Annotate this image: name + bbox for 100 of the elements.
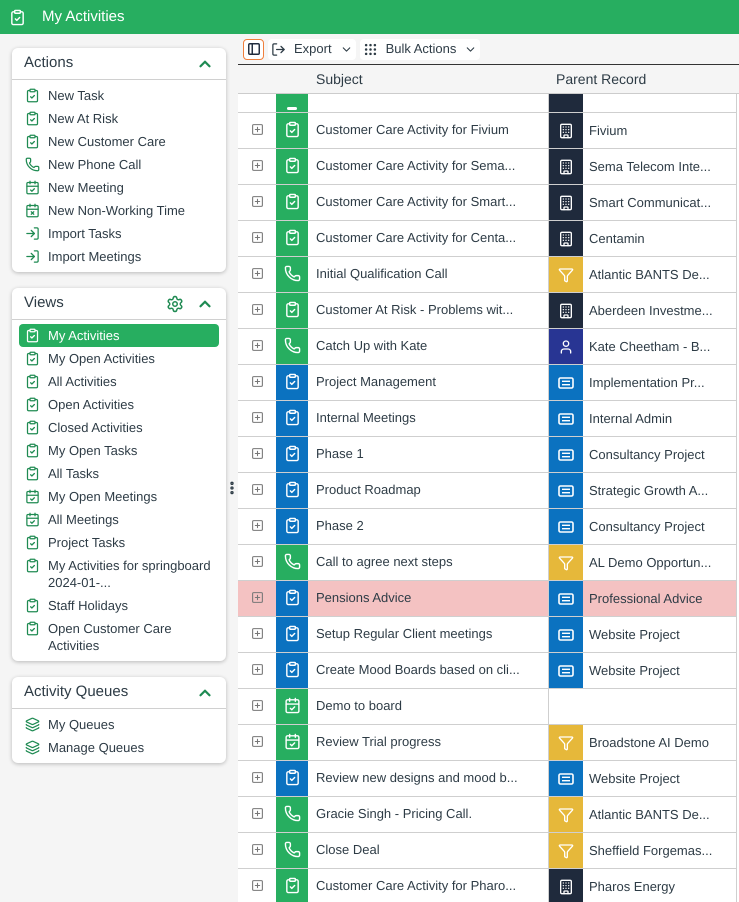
sidebar-item[interactable]: New At Risk — [19, 107, 219, 130]
table-row[interactable]: Product Roadmap Strategic Growth A... — [238, 473, 737, 509]
expand-row-icon[interactable] — [250, 843, 264, 856]
sidebar-item[interactable]: Open Customer Care Activities — [19, 617, 219, 657]
table-cell: Customer At Risk - Problems wit... — [316, 302, 514, 317]
sidebar-item[interactable]: My Queues — [19, 713, 219, 736]
expand-row-icon[interactable] — [250, 339, 264, 352]
sidebar-item[interactable]: My Open Activities — [19, 347, 219, 370]
table-row[interactable]: Customer Care Activity for Centa... Centamin — [238, 221, 737, 257]
table-row[interactable]: Demo to board — [238, 689, 737, 725]
sidebar-item[interactable]: New Task — [19, 84, 219, 107]
table-row[interactable]: Gracie Singh - Pricing Call. Atlantic BANTS De... — [238, 797, 737, 833]
table-row[interactable]: Pensions Advice Professional Advice — [238, 581, 737, 617]
table-row[interactable]: Internal Meetings Internal Admin — [238, 401, 737, 437]
clipboard-check-icon — [284, 589, 300, 606]
sidebar-item[interactable]: Staff Holidays — [19, 594, 219, 617]
table-cell: Catch Up with Kate — [316, 338, 428, 353]
table-row[interactable]: Customer At Risk - Problems wit... Aberdeen Investme... — [238, 293, 737, 329]
table-row[interactable]: Customer Care Activity for Fivium Fivium — [238, 113, 737, 149]
sidebar-toggle-button[interactable] — [243, 38, 264, 60]
table-row[interactable]: Customer Care Activity for Sema... Sema Telecom Inte... — [238, 149, 737, 185]
sidebar-item[interactable]: Manage Queues — [19, 736, 219, 759]
funnel-icon — [558, 734, 574, 750]
table-row[interactable]: Review new designs and mood b... Website Project — [238, 761, 737, 797]
expand-row-icon[interactable] — [250, 195, 264, 208]
table-row[interactable]: Call to agree next steps AL Demo Opportun... — [238, 545, 737, 581]
expand-row-icon[interactable] — [250, 555, 264, 568]
table-row[interactable] — [238, 94, 737, 113]
table-cell-text: Website Project — [589, 662, 680, 680]
table-row[interactable]: Phase 2 Consultancy Project — [238, 509, 737, 545]
table-cell-text: Centamin — [589, 230, 645, 248]
sidebar-item[interactable]: All Activities — [19, 370, 219, 393]
table-row[interactable]: Catch Up with Kate Kate Cheetham - B... — [238, 329, 737, 365]
expand-row-icon[interactable] — [250, 735, 264, 748]
sidebar-item[interactable]: All Tasks — [19, 462, 219, 485]
expand-row-icon[interactable] — [250, 303, 264, 316]
table-cell: Review new designs and mood b... — [316, 770, 518, 785]
expand-row-icon[interactable] — [250, 267, 264, 280]
table-cell-text: Kate Cheetham - B... — [589, 338, 710, 356]
list-card-icon — [558, 520, 574, 532]
sidebar-item[interactable]: Project Tasks — [19, 531, 219, 554]
sidebar-item[interactable]: New Customer Care — [19, 130, 219, 153]
expand-row-icon[interactable] — [250, 591, 264, 604]
expand-row-icon[interactable] — [250, 879, 264, 892]
expand-row-icon[interactable] — [250, 807, 264, 820]
sidebar-item[interactable]: Open Activities — [19, 393, 219, 416]
expand-row-icon[interactable] — [250, 771, 264, 784]
expand-row-icon[interactable] — [250, 123, 264, 136]
table-row[interactable]: Create Mood Boards based on cli... Website Project — [238, 653, 737, 689]
expand-row-icon[interactable] — [250, 375, 264, 388]
sidebar-item[interactable]: New Non-Working Time — [19, 199, 219, 222]
table-row[interactable]: Project Management Implementation Pr... — [238, 365, 737, 401]
column-header[interactable]: Parent Record — [548, 68, 646, 90]
sidebar-item[interactable]: My Open Meetings — [19, 485, 219, 508]
sidebar-item[interactable]: My Activities for springboard 2024-01-... — [19, 554, 219, 594]
sidebar-item[interactable]: Import Tasks — [19, 222, 219, 245]
toolbar-button[interactable]: Bulk Actions — [360, 38, 480, 60]
sidebar-item[interactable]: Closed Activities — [19, 416, 219, 439]
table-row[interactable]: Review Trial progress Broadstone AI Demo — [238, 725, 737, 761]
clipboard-check-icon — [25, 397, 40, 412]
calendar-check-icon — [284, 697, 300, 714]
table-cell-text: Strategic Growth A... — [589, 482, 708, 500]
clipboard-check-icon — [284, 625, 300, 642]
expand-row-icon[interactable] — [250, 483, 264, 496]
clipboard-check-icon — [25, 88, 40, 103]
table-cell: Phase 2 — [316, 518, 364, 533]
expand-row-icon[interactable] — [250, 159, 264, 172]
table-row[interactable]: Initial Qualification Call Atlantic BANTS De... — [238, 257, 737, 293]
table-cell: Customer Care Activity for Sema... — [316, 158, 516, 173]
table-row[interactable]: Close Deal Sheffield Forgemas... — [238, 833, 737, 869]
table-row[interactable]: Phase 1 Consultancy Project — [238, 437, 737, 473]
expand-row-icon[interactable] — [250, 447, 264, 460]
clipboard-check-icon — [25, 466, 40, 481]
table-row[interactable]: Setup Regular Client meetings Website Project — [238, 617, 737, 653]
table-cell: Internal Meetings — [316, 410, 416, 425]
settings-icon[interactable] — [166, 294, 184, 312]
column-header[interactable]: Subject — [308, 68, 548, 90]
list-card-icon — [558, 484, 574, 496]
sidebar-item[interactable]: New Phone Call — [19, 153, 219, 176]
expand-row-icon[interactable] — [250, 663, 264, 676]
table-cell: Customer Care Activity for Centa... — [316, 230, 516, 245]
clipboard-check-icon — [284, 877, 300, 894]
sidebar-item[interactable]: Import Meetings — [19, 245, 219, 268]
expand-row-icon[interactable] — [250, 411, 264, 424]
expand-row-icon[interactable] — [250, 699, 264, 712]
expand-row-icon[interactable] — [250, 627, 264, 640]
expand-row-icon[interactable] — [250, 519, 264, 532]
calendar-check-icon — [25, 489, 40, 504]
table-cell-text: Aberdeen Investme... — [589, 302, 713, 320]
clipboard-check-icon — [25, 328, 40, 343]
toolbar-button[interactable]: Export — [268, 38, 356, 60]
sidebar-item[interactable]: My Open Tasks — [19, 439, 219, 462]
expand-row-icon[interactable] — [250, 231, 264, 244]
stack-icon — [25, 740, 40, 755]
table-cell-text: Broadstone AI Demo — [589, 734, 709, 752]
table-row[interactable]: Customer Care Activity for Smart... Smart Communicat... — [238, 185, 737, 221]
sidebar-item[interactable]: All Meetings — [19, 508, 219, 531]
sidebar-item[interactable]: New Meeting — [19, 176, 219, 199]
funnel-icon — [558, 266, 574, 282]
table-cell-text: Internal Admin — [589, 410, 672, 428]
